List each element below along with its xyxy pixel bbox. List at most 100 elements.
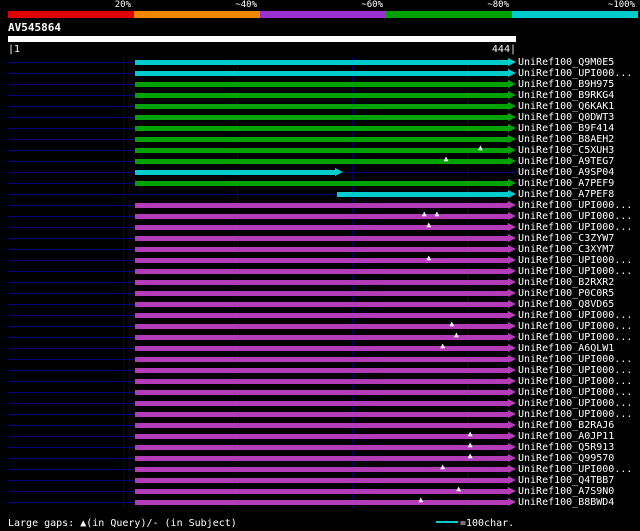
hsp-bar[interactable] [135,181,508,186]
hsp-bar[interactable] [135,346,508,351]
query-uncovered-line [8,293,136,294]
hsp-bar[interactable] [135,60,508,65]
hsp-bar[interactable] [135,104,508,109]
hsp-bar[interactable] [135,236,508,241]
hsp-bar[interactable] [135,500,508,505]
hit-accession-link[interactable]: UniRef100_B9H975 [518,79,614,90]
hit-accession-link[interactable]: UniRef100_A9TEG7 [518,156,614,167]
hit-accession-link[interactable]: UniRef100_UPI000... [518,321,632,332]
hit-accession-link[interactable]: UniRef100_UPI000... [518,464,632,475]
hit-accession-link[interactable]: UniRef100_UPI000... [518,68,632,79]
hit-accession-link[interactable]: UniRef100_UPI000... [518,332,632,343]
hsp-bar[interactable] [135,170,335,175]
hit-accession-link[interactable]: UniRef100_UPI000... [518,222,632,233]
hit-accession-link[interactable]: UniRef100_A7S9N0 [518,486,614,497]
query-uncovered-line [8,491,136,492]
hsp-bar[interactable] [135,335,508,340]
hit-accession-link[interactable]: UniRef100_Q6KAK1 [518,101,614,112]
hit-accession-link[interactable]: UniRef100_UPI000... [518,266,632,277]
hit-accession-link[interactable]: UniRef100_UPI000... [518,376,632,387]
hit-accession-link[interactable]: UniRef100_A6QLW1 [518,343,614,354]
hsp-bar[interactable] [135,467,508,472]
hsp-arrowhead-icon [508,421,516,429]
hit-accession-link[interactable]: UniRef100_B9RKG4 [518,90,614,101]
alignment-row: ▲ UniRef100_C5XUH3 [0,144,640,156]
hsp-bar[interactable] [135,456,508,461]
alignment-row: ▲ UniRef100_A7S9N0 [0,485,640,497]
hit-accession-link[interactable]: UniRef100_Q9M0E5 [518,57,614,68]
hit-accession-link[interactable]: UniRef100_P0C0R5 [518,288,614,299]
hit-accession-link[interactable]: UniRef100_C3ZYW7 [518,233,614,244]
hit-accession-link[interactable]: UniRef100_C5XUH3 [518,145,614,156]
hsp-bar[interactable] [135,258,508,263]
hit-accession-link[interactable]: UniRef100_A0JP11 [518,431,614,442]
hsp-bar[interactable] [135,137,508,142]
hit-accession-link[interactable]: UniRef100_Q8VD65 [518,299,614,310]
hit-accession-link[interactable]: UniRef100_UPI000... [518,354,632,365]
hit-accession-link[interactable]: UniRef100_A7PEF8 [518,189,614,200]
hit-accession-link[interactable]: UniRef100_Q0DWT3 [518,112,614,123]
hsp-arrowhead-icon [508,113,516,121]
hsp-bar[interactable] [135,434,508,439]
hsp-bar[interactable] [135,148,508,153]
hsp-bar[interactable] [135,225,508,230]
hsp-bar[interactable] [135,159,508,164]
query-uncovered-line [8,260,136,261]
hsp-bar[interactable] [135,302,508,307]
hsp-bar[interactable] [135,115,508,120]
hsp-arrowhead-icon [508,267,516,275]
hit-accession-link[interactable]: UniRef100_UPI000... [518,365,632,376]
hsp-arrowhead-icon [508,322,516,330]
hsp-bar[interactable] [135,203,508,208]
hit-accession-link[interactable]: UniRef100_Q5R913 [518,442,614,453]
hit-accession-link[interactable]: UniRef100_UPI000... [518,200,632,211]
hsp-bar[interactable] [135,93,508,98]
hit-accession-link[interactable]: UniRef100_Q99570 [518,453,614,464]
hit-accession-link[interactable]: UniRef100_A9SP04 [518,167,614,178]
hsp-bar[interactable] [337,192,508,197]
hsp-bar[interactable] [135,280,508,285]
hit-accession-link[interactable]: UniRef100_UPI000... [518,387,632,398]
hit-accession-link[interactable]: UniRef100_C3XYM7 [518,244,614,255]
hsp-bar[interactable] [135,247,508,252]
hsp-arrowhead-icon [508,91,516,99]
hit-accession-link[interactable]: UniRef100_UPI000... [518,255,632,266]
query-uncovered-line [8,381,136,382]
hsp-arrowhead-icon [508,289,516,297]
hit-accession-link[interactable]: UniRef100_B2RAJ6 [518,420,614,431]
hsp-bar[interactable] [135,379,508,384]
hit-accession-link[interactable]: UniRef100_Q4TBB7 [518,475,614,486]
hsp-bar[interactable] [135,71,508,76]
query-uncovered-line [8,337,136,338]
hsp-arrowhead-icon [508,355,516,363]
hit-accession-link[interactable]: UniRef100_B8AEH2 [518,134,614,145]
hsp-bar[interactable] [135,478,508,483]
hsp-bar[interactable] [135,489,508,494]
hit-accession-link[interactable]: UniRef100_B9F414 [518,123,614,134]
alignment-row: UniRef100_UPI000... [0,387,640,398]
hsp-bar[interactable] [135,368,508,373]
hsp-bar[interactable] [135,313,508,318]
hsp-bar[interactable] [135,291,508,296]
hsp-bar[interactable] [135,401,508,406]
hsp-bar[interactable] [135,126,508,131]
hsp-arrowhead-icon [508,201,516,209]
hit-accession-link[interactable]: UniRef100_B8BWD4 [518,497,614,508]
hit-accession-link[interactable]: UniRef100_A7PEF9 [518,178,614,189]
hsp-bar[interactable] [135,390,508,395]
hsp-bar[interactable] [135,214,508,219]
hit-accession-link[interactable]: UniRef100_UPI000... [518,310,632,321]
hsp-bar[interactable] [135,82,508,87]
hsp-bar[interactable] [135,269,508,274]
hit-accession-link[interactable]: UniRef100_B2RXR2 [518,277,614,288]
hsp-bar[interactable] [135,357,508,362]
hit-accession-link[interactable]: UniRef100_UPI000... [518,409,632,420]
hsp-bar[interactable] [135,412,508,417]
alignment-row: ▲ UniRef100_UPI000... [0,463,640,475]
hsp-bar[interactable] [135,423,508,428]
hit-accession-link[interactable]: UniRef100_UPI000... [518,211,632,222]
alignment-row: UniRef100_B2RAJ6 [0,420,640,431]
query-uncovered-line [8,326,136,327]
hsp-bar[interactable] [135,445,508,450]
hit-accession-link[interactable]: UniRef100_UPI000... [518,398,632,409]
